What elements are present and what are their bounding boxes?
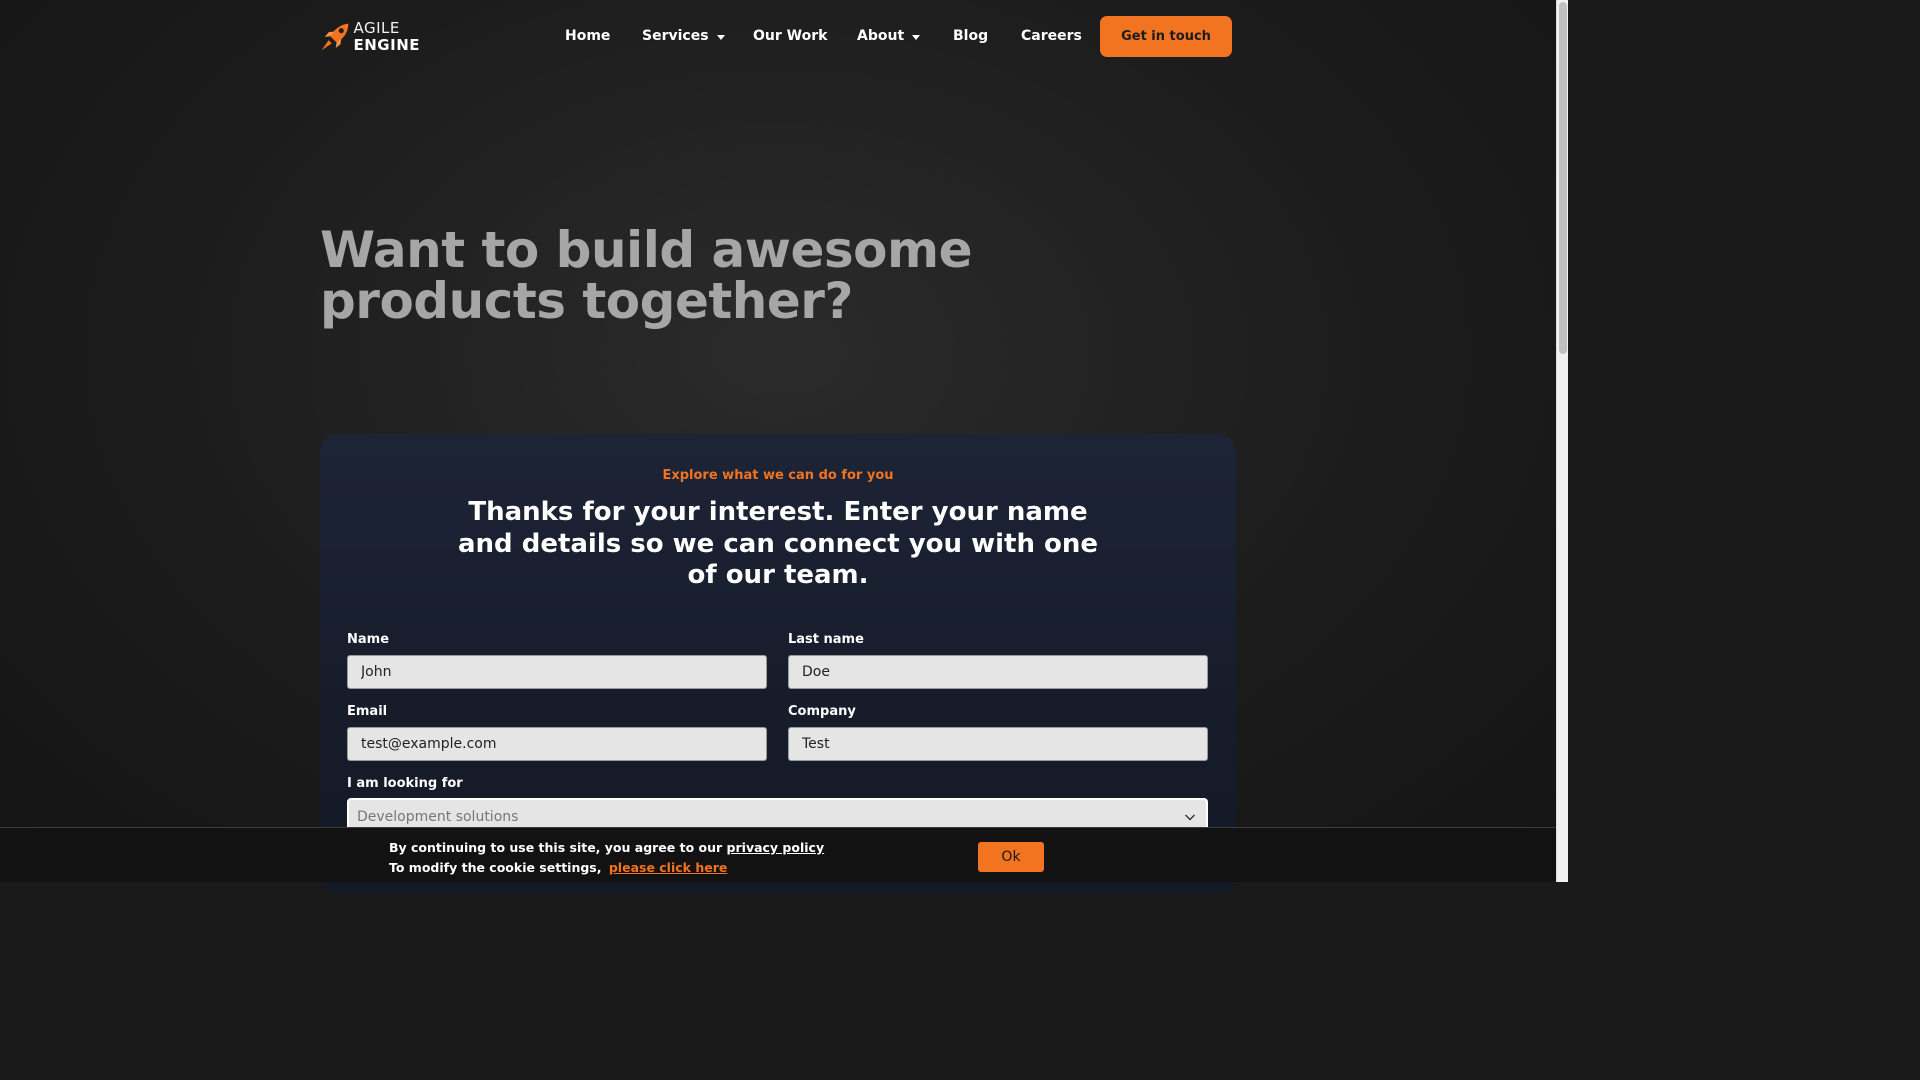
privacy-policy-link[interactable]: privacy policy xyxy=(727,840,825,855)
logo-text-agile: AGILE xyxy=(353,19,400,37)
nav-home[interactable]: Home xyxy=(565,26,610,46)
cookie-ok-button[interactable]: Ok xyxy=(978,842,1044,872)
form-eyebrow: Explore what we can do for you xyxy=(662,468,894,483)
hero-title: Want to build awesome products together? xyxy=(320,221,973,330)
cookie-consent-line: By continuing to use this site, you agre… xyxy=(389,840,824,855)
caret-down-icon xyxy=(716,34,725,40)
email-field[interactable] xyxy=(347,727,767,761)
nav-our-work-label: Our Work xyxy=(753,28,828,44)
nav-our-work[interactable]: Our Work xyxy=(753,26,827,46)
nav-blog-label: Blog xyxy=(953,28,989,44)
name-label: Name xyxy=(347,632,390,647)
cookie-settings-line: To modify the cookie settings, please cl… xyxy=(389,860,727,875)
nav-services-label: Services xyxy=(642,28,709,44)
last-name-label: Last name xyxy=(788,632,864,647)
chevron-down-icon xyxy=(1185,814,1195,821)
site-header: AGILE ENGINE Home Services Our Work Abou… xyxy=(0,0,1556,72)
logo-text-engine: ENGINE xyxy=(353,36,420,54)
nav-about-label: About xyxy=(857,28,905,44)
nav-about[interactable]: About xyxy=(857,26,921,46)
page-scrollbar[interactable] xyxy=(1556,0,1568,882)
scrollbar-thumb[interactable] xyxy=(1559,2,1567,354)
cookie-banner: By continuing to use this site, you agre… xyxy=(0,827,1556,882)
nav-careers[interactable]: Careers xyxy=(1021,26,1082,46)
company-field[interactable] xyxy=(788,727,1208,761)
logo[interactable]: AGILE ENGINE xyxy=(320,17,420,57)
cookie-settings-link[interactable]: please click here xyxy=(609,860,728,875)
email-label: Email xyxy=(347,704,388,719)
nav-services[interactable]: Services xyxy=(642,26,725,46)
nav-home-label: Home xyxy=(565,28,611,44)
looking-for-label: I am looking for xyxy=(347,776,463,791)
company-label: Company xyxy=(788,704,856,719)
get-in-touch-button[interactable]: Get in touch xyxy=(1100,16,1232,57)
name-field[interactable] xyxy=(347,655,767,689)
cookie-settings-text: To modify the cookie settings, xyxy=(389,860,602,875)
caret-down-icon xyxy=(912,34,921,40)
form-title: Thanks for your interest. Enter your nam… xyxy=(457,497,1099,590)
rocket-logo-icon xyxy=(321,23,349,51)
last-name-field[interactable] xyxy=(788,655,1208,689)
nav-careers-label: Careers xyxy=(1021,28,1082,44)
nav-blog[interactable]: Blog xyxy=(953,26,988,46)
looking-for-value: Development solutions xyxy=(357,809,519,825)
cookie-text: By continuing to use this site, you agre… xyxy=(389,840,723,855)
